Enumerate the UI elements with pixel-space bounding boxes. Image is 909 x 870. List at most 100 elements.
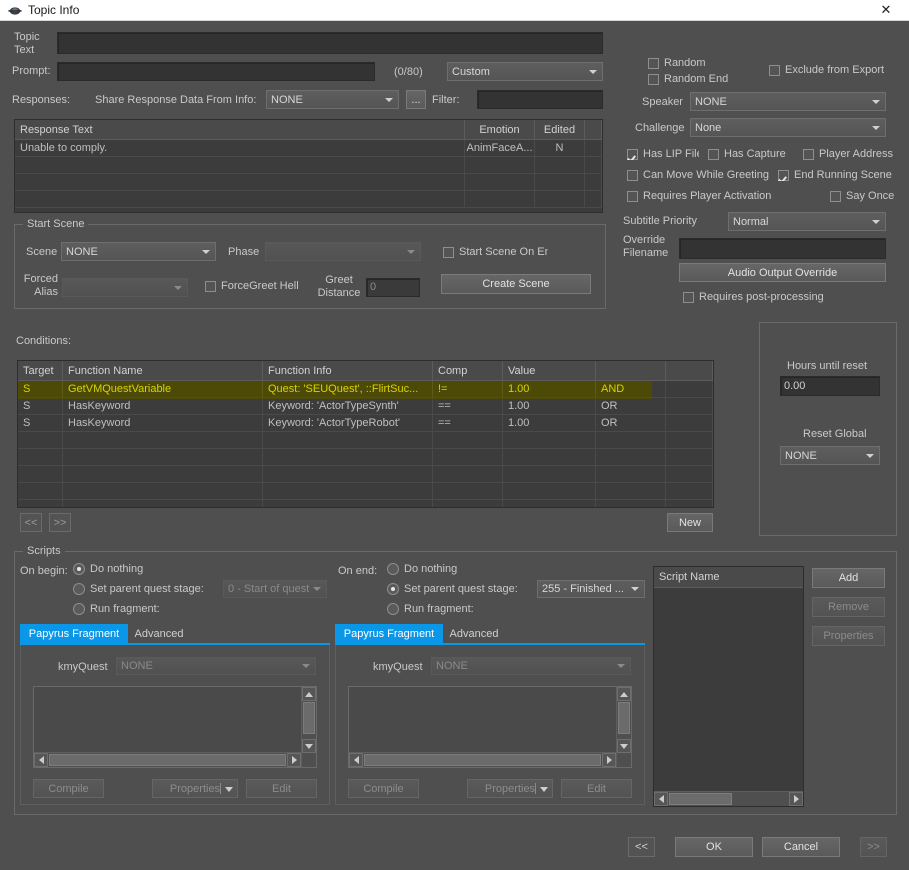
scroll-thumb-left[interactable] bbox=[303, 702, 315, 734]
scroll-thumb-right[interactable] bbox=[618, 702, 630, 734]
subtitle-priority-combo[interactable]: Normal bbox=[728, 212, 886, 231]
tab-advanced-left[interactable]: Advanced bbox=[128, 624, 190, 643]
override-filename-input[interactable] bbox=[679, 238, 886, 259]
has-capture-checkbox[interactable]: Has Capture bbox=[708, 148, 786, 160]
on-begin-do-nothing-radio[interactable]: Do nothing bbox=[73, 563, 143, 575]
script-scroll-left-button[interactable] bbox=[654, 792, 668, 806]
kmyquest-combo-right[interactable]: NONE bbox=[431, 657, 631, 675]
cancel-button[interactable]: Cancel bbox=[762, 837, 840, 857]
conditions-table[interactable]: Target Function Name Function Info Comp … bbox=[17, 360, 714, 508]
start-scene-on-end-checkbox[interactable]: Start Scene On End bbox=[443, 246, 548, 258]
reset-global-combo[interactable]: NONE bbox=[780, 446, 880, 465]
remove-script-button[interactable]: Remove bbox=[812, 597, 885, 617]
table-row[interactable] bbox=[15, 157, 602, 174]
scroll-right-button-right[interactable] bbox=[602, 753, 616, 767]
challenge-combo[interactable]: None bbox=[690, 118, 886, 137]
greet-distance-input[interactable]: 0 bbox=[366, 278, 420, 297]
script-list[interactable]: Script Name bbox=[653, 566, 804, 807]
say-once-checkbox[interactable]: Say Once bbox=[830, 190, 894, 202]
compile-button-right[interactable]: Compile bbox=[348, 779, 419, 798]
on-begin-set-stage-radio[interactable]: Set parent quest stage: bbox=[73, 583, 204, 595]
scroll-down-button-right[interactable] bbox=[617, 739, 631, 753]
tab-advanced-right[interactable]: Advanced bbox=[443, 624, 505, 643]
scroll-left-button-left[interactable] bbox=[34, 753, 48, 767]
ok-button[interactable]: OK bbox=[675, 837, 753, 857]
table-row[interactable] bbox=[18, 500, 713, 507]
can-move-while-greeting-checkbox[interactable]: Can Move While Greeting bbox=[627, 169, 775, 181]
scroll-right-button-left[interactable] bbox=[287, 753, 301, 767]
prompt-input[interactable] bbox=[57, 62, 375, 81]
requires-post-processing-checkbox[interactable]: Requires post-processing bbox=[683, 291, 824, 303]
footer-next-button[interactable]: >> bbox=[860, 837, 887, 857]
vertical-scrollbar-right[interactable] bbox=[616, 687, 631, 767]
properties-button-right[interactable]: Properties bbox=[467, 779, 553, 798]
topic-text-input[interactable] bbox=[57, 32, 603, 54]
edit-button-left[interactable]: Edit bbox=[246, 779, 317, 798]
scene-combo[interactable]: NONE bbox=[61, 242, 216, 261]
scroll-up-button-right[interactable] bbox=[617, 687, 631, 701]
on-begin-stage-combo[interactable]: 0 - Start of quest bbox=[223, 580, 327, 598]
vertical-scrollbar-left[interactable] bbox=[301, 687, 316, 767]
table-row[interactable] bbox=[15, 174, 602, 191]
force-greet-hello-checkbox[interactable]: ForceGreet Hello bbox=[205, 280, 299, 292]
scroll-thumb-h-right[interactable] bbox=[364, 754, 601, 766]
random-checkbox[interactable]: Random bbox=[648, 57, 706, 69]
script-list-hscrollbar[interactable] bbox=[654, 791, 803, 806]
responses-table[interactable]: Response Text Emotion Edited Unable to c… bbox=[14, 119, 603, 213]
tab-papyrus-fragment-right[interactable]: Papyrus Fragment bbox=[335, 624, 443, 643]
tab-papyrus-fragment-left[interactable]: Papyrus Fragment bbox=[20, 624, 128, 643]
table-row[interactable] bbox=[18, 483, 713, 500]
requires-player-activation-checkbox[interactable]: Requires Player Activation bbox=[627, 190, 771, 202]
end-running-scene-checkbox[interactable]: End Running Scene bbox=[778, 169, 909, 181]
share-response-combo[interactable]: NONE bbox=[266, 90, 399, 109]
table-row[interactable]: S HasKeyword Keyword: 'ActorTypeRobot' =… bbox=[18, 415, 713, 432]
on-end-run-fragment-radio[interactable]: Run fragment: bbox=[387, 603, 474, 615]
table-row[interactable]: S HasKeyword Keyword: 'ActorTypeSynth' =… bbox=[18, 398, 713, 415]
speaker-combo[interactable]: NONE bbox=[690, 92, 886, 111]
conditions-prev-button[interactable]: << bbox=[20, 513, 42, 532]
table-row[interactable]: S GetVMQuestVariable Quest: 'SEUQuest', … bbox=[18, 381, 713, 398]
fragment-editor-left[interactable] bbox=[33, 686, 317, 768]
footer-prev-button[interactable]: << bbox=[628, 837, 655, 857]
prompt-type-combo[interactable]: Custom bbox=[447, 62, 603, 81]
kmyquest-combo-left[interactable]: NONE bbox=[116, 657, 316, 675]
random-end-checkbox[interactable]: Random End bbox=[648, 73, 728, 85]
forced-alias-combo[interactable] bbox=[62, 278, 188, 297]
properties-button-left[interactable]: Properties bbox=[152, 779, 238, 798]
script-scroll-thumb[interactable] bbox=[669, 793, 732, 805]
has-lip-file-checkbox[interactable]: Has LIP File bbox=[627, 148, 699, 160]
exclude-from-export-checkbox[interactable]: Exclude from Export bbox=[769, 64, 884, 76]
script-properties-button[interactable]: Properties bbox=[812, 626, 885, 646]
hours-until-reset-input[interactable]: 0.00 bbox=[780, 376, 880, 396]
scroll-down-button-left[interactable] bbox=[302, 739, 316, 753]
on-begin-run-fragment-radio[interactable]: Run fragment: bbox=[73, 603, 160, 615]
scroll-thumb-h-left[interactable] bbox=[49, 754, 286, 766]
on-end-stage-combo[interactable]: 255 - Finished ... bbox=[537, 580, 645, 598]
close-icon[interactable]: ✕ bbox=[863, 0, 909, 20]
add-script-button[interactable]: Add bbox=[812, 568, 885, 588]
on-end-do-nothing-radio[interactable]: Do nothing bbox=[387, 563, 457, 575]
scroll-up-button-left[interactable] bbox=[302, 687, 316, 701]
audio-output-override-button[interactable]: Audio Output Override bbox=[679, 263, 886, 282]
phase-combo[interactable] bbox=[265, 242, 421, 261]
table-row[interactable] bbox=[18, 466, 713, 483]
script-scroll-right-button[interactable] bbox=[789, 792, 803, 806]
browse-button[interactable]: ... bbox=[406, 90, 426, 109]
compile-button-left[interactable]: Compile bbox=[33, 779, 104, 798]
table-row[interactable] bbox=[18, 432, 713, 449]
player-address-checkbox[interactable]: Player Address bbox=[803, 148, 909, 160]
on-end-set-stage-radio[interactable]: Set parent quest stage: bbox=[387, 583, 518, 595]
table-row[interactable] bbox=[15, 191, 602, 208]
filter-input[interactable] bbox=[477, 90, 603, 109]
create-scene-button[interactable]: Create Scene bbox=[441, 274, 591, 294]
table-row[interactable] bbox=[18, 449, 713, 466]
edit-button-right[interactable]: Edit bbox=[561, 779, 632, 798]
conditions-new-button[interactable]: New bbox=[667, 513, 713, 532]
fragment-editor-right[interactable] bbox=[348, 686, 632, 768]
scroll-left-button-right[interactable] bbox=[349, 753, 363, 767]
horizontal-scrollbar-right[interactable] bbox=[349, 752, 616, 767]
table-row[interactable]: Unable to comply. AnimFaceA... N bbox=[15, 140, 602, 157]
horizontal-scrollbar-left[interactable] bbox=[34, 752, 301, 767]
conditions-next-button[interactable]: >> bbox=[49, 513, 71, 532]
scene-label: Scene bbox=[26, 246, 58, 258]
